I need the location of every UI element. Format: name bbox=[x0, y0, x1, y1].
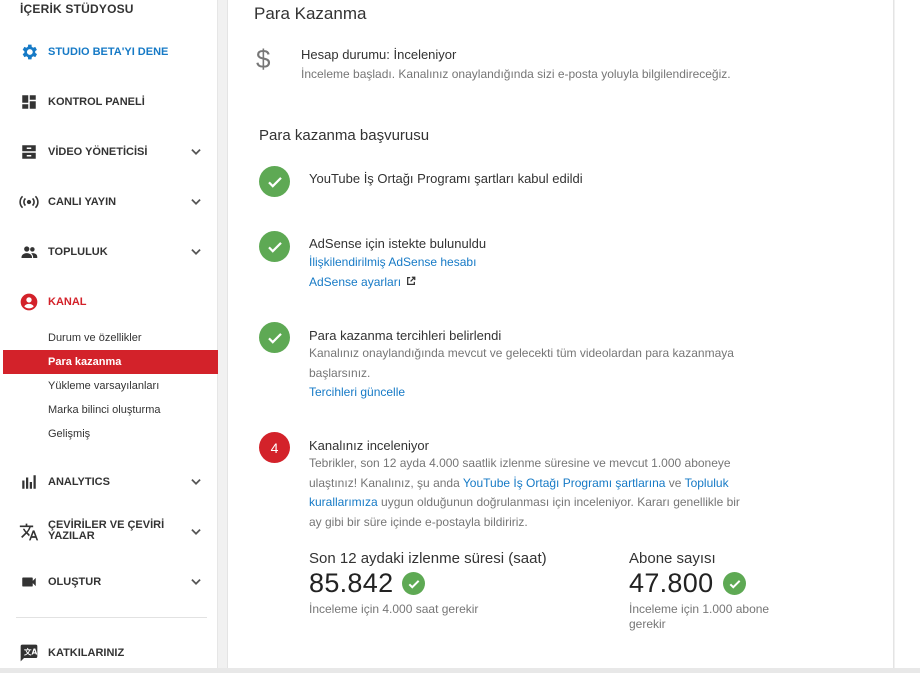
sidebar-item-label: ÇEVİRİLER VE ÇEVİRİ YAZILAR bbox=[48, 519, 165, 542]
watch-time-value: 85.842 bbox=[309, 568, 394, 598]
watch-time-requirement: İnceleme için 4.000 saat gerekir bbox=[309, 602, 479, 616]
video-manager-icon bbox=[19, 142, 39, 162]
section-title: Para kazanma başvurusu bbox=[259, 127, 430, 144]
step-adsense-title: AdSense için istekte bulunuldu bbox=[309, 236, 487, 251]
linked-adsense-account-link[interactable]: İlişkilendirilmiş AdSense hesabı bbox=[309, 255, 476, 269]
sidebar-item-create[interactable]: OLUŞTUR bbox=[0, 567, 218, 597]
sidebar-item-label: OLUŞTUR bbox=[48, 575, 102, 588]
adsense-settings-link[interactable]: AdSense ayarları bbox=[309, 275, 416, 289]
sidebar-item-label: KONTROL PANELİ bbox=[48, 95, 145, 108]
svg-text:文A: 文A bbox=[24, 647, 37, 657]
sidebar-item-label: STUDIO BETA'YI DENE bbox=[48, 45, 169, 58]
subscriber-count-value: 47.800 bbox=[629, 568, 714, 598]
step-number-badge: 4 bbox=[259, 432, 290, 463]
dashboard-icon bbox=[19, 92, 39, 112]
sidebar-subitem-advanced[interactable]: Gelişmiş bbox=[3, 422, 218, 446]
sidebar-item-label: ANALYTICS bbox=[48, 475, 110, 488]
external-link-icon bbox=[406, 275, 416, 289]
sidebar-item-label: KATKILARINIZ bbox=[48, 646, 125, 659]
update-preferences-link[interactable]: Tercihleri güncelle bbox=[309, 385, 405, 399]
chevron-down-icon[interactable] bbox=[186, 522, 206, 542]
sidebar-item-label: CANLI YAYIN bbox=[48, 195, 117, 208]
partner-program-terms-link[interactable]: YouTube İş Ortağı Programı şartlarına bbox=[463, 476, 666, 490]
community-guidelines-link-cont[interactable]: kurallarımıza bbox=[309, 495, 378, 509]
create-icon bbox=[19, 572, 39, 592]
sidebar-subitem-status[interactable]: Durum ve özellikler bbox=[3, 326, 218, 350]
check-icon bbox=[259, 231, 290, 262]
account-status: Hesap durumu: İnceleniyor bbox=[301, 47, 457, 62]
step-partner-terms-title: YouTube İş Ortağı Programı şartları kabu… bbox=[309, 171, 583, 186]
chevron-down-icon[interactable] bbox=[186, 192, 206, 212]
sidebar-item-label: KANAL bbox=[48, 295, 87, 308]
subscriber-requirement: İnceleme için 1.000 abone gerekir bbox=[629, 602, 770, 631]
sidebar-item-video-manager[interactable]: VİDEO YÖNETİCİSİ bbox=[0, 137, 218, 167]
channel-icon bbox=[19, 292, 39, 312]
step-preferences-text: Kanalınız onaylandığında mevcut ve gelec… bbox=[309, 346, 734, 380]
check-icon bbox=[259, 166, 290, 197]
sidebar-item-live[interactable]: CANLI YAYIN bbox=[0, 187, 218, 217]
community-guidelines-link[interactable]: Topluluk bbox=[685, 476, 729, 490]
sidebar-item-channel[interactable]: KANAL bbox=[0, 287, 218, 317]
sidebar-subitem-monetization[interactable]: Para kazanma bbox=[3, 350, 218, 374]
chevron-down-icon[interactable] bbox=[186, 572, 206, 592]
dollar-icon: $ bbox=[256, 44, 271, 74]
studio-title: İÇERİK STÜDYOSU bbox=[20, 2, 134, 16]
step-preferences-title: Para kazanma tercihleri belirlendi bbox=[309, 328, 502, 343]
sidebar-divider bbox=[16, 617, 207, 618]
page-title: Para Kazanma bbox=[254, 4, 367, 23]
step-review-title: Kanalınız inceleniyor bbox=[309, 438, 429, 453]
sidebar-item-label: TOPLULUK bbox=[48, 245, 108, 258]
page-scroll-area bbox=[895, 0, 920, 673]
sidebar-item-studio-beta[interactable]: STUDIO BETA'YI DENE bbox=[0, 37, 218, 67]
watch-time-label: Son 12 aydaki izlenme süresi (saat) bbox=[309, 550, 547, 567]
sidebar-item-contributions[interactable]: 文A KATKILARINIZ bbox=[0, 638, 218, 668]
sidebar-subitem-upload-defaults[interactable]: Yükleme varsayılanları bbox=[3, 374, 218, 398]
chevron-down-icon[interactable] bbox=[186, 472, 206, 492]
sidebar-item-dashboard[interactable]: KONTROL PANELİ bbox=[0, 87, 218, 117]
gear-icon bbox=[19, 42, 39, 62]
translate-icon bbox=[19, 522, 39, 542]
monetization-panel: Para Kazanma $ Hesap durumu: İnceleniyor… bbox=[227, 0, 894, 668]
bottom-edge bbox=[0, 668, 920, 673]
sidebar-item-translations[interactable]: ÇEVİRİLER VE ÇEVİRİ YAZILAR bbox=[0, 517, 218, 547]
check-icon bbox=[402, 572, 425, 595]
sidebar: İÇERİK STÜDYOSU STUDIO BETA'YI DENE KONT… bbox=[0, 0, 218, 673]
check-icon bbox=[723, 572, 746, 595]
analytics-icon bbox=[19, 472, 39, 492]
contributions-icon: 文A bbox=[19, 643, 39, 663]
subscriber-count-label: Abone sayısı bbox=[629, 550, 716, 567]
sidebar-item-analytics[interactable]: ANALYTICS bbox=[0, 467, 218, 497]
step-review-text: Tebrikler, son 12 ayda 4.000 saatlik izl… bbox=[309, 456, 740, 529]
sidebar-subitem-branding[interactable]: Marka bilinci oluşturma bbox=[3, 398, 218, 422]
check-icon bbox=[259, 322, 290, 353]
live-broadcast-icon bbox=[19, 192, 39, 212]
account-status-description: İnceleme başladı. Kanalınız onaylandığın… bbox=[301, 67, 731, 81]
community-icon bbox=[19, 242, 39, 262]
chevron-down-icon[interactable] bbox=[186, 242, 206, 262]
chevron-down-icon[interactable] bbox=[186, 142, 206, 162]
sidebar-item-label: VİDEO YÖNETİCİSİ bbox=[48, 145, 148, 158]
sidebar-item-community[interactable]: TOPLULUK bbox=[0, 237, 218, 267]
